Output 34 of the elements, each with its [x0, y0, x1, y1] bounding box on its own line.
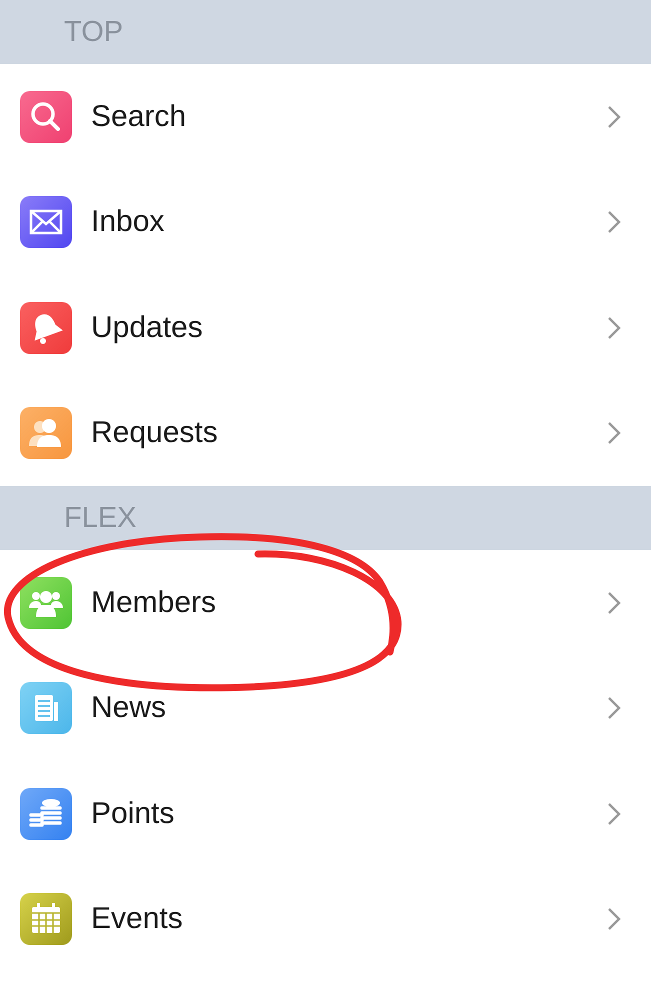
search-icon	[20, 90, 72, 143]
section-title: TOP	[64, 16, 124, 48]
menu-item[interactable]: Requests	[0, 380, 651, 486]
menu-item[interactable]: Inbox	[0, 170, 651, 275]
item-label: Inbox	[91, 205, 166, 240]
chevron-icon	[607, 104, 621, 129]
item-label: Points	[91, 796, 176, 831]
item-label: News	[91, 691, 168, 726]
news-icon	[20, 682, 72, 734]
item-label: Updates	[91, 310, 204, 345]
chevron-icon	[607, 210, 621, 234]
chevron-icon	[607, 696, 621, 720]
menu-item[interactable]: News	[0, 656, 651, 761]
chevron-icon	[607, 802, 621, 826]
mail-icon	[20, 196, 72, 248]
menu-item[interactable]: Search	[0, 64, 651, 170]
item-label: Requests	[91, 416, 219, 450]
chevron-icon	[607, 421, 621, 446]
group-icon	[20, 576, 72, 629]
calendar-icon	[20, 893, 72, 946]
chevron-icon	[607, 590, 621, 615]
contacts-icon	[20, 407, 72, 460]
item-label: Events	[91, 902, 184, 936]
menu-item[interactable]: Events	[0, 866, 651, 972]
item-label: Members	[91, 586, 218, 620]
section-title: FLEX	[64, 502, 137, 534]
menu-item[interactable]: Members	[0, 550, 651, 656]
menu-item[interactable]: Updates	[0, 275, 651, 380]
bell-icon	[20, 302, 72, 354]
menu-item[interactable]: Points	[0, 761, 651, 866]
item-label: Search	[91, 100, 188, 134]
chevron-icon	[607, 907, 621, 932]
coins-icon	[20, 788, 72, 840]
chevron-icon	[607, 316, 621, 340]
